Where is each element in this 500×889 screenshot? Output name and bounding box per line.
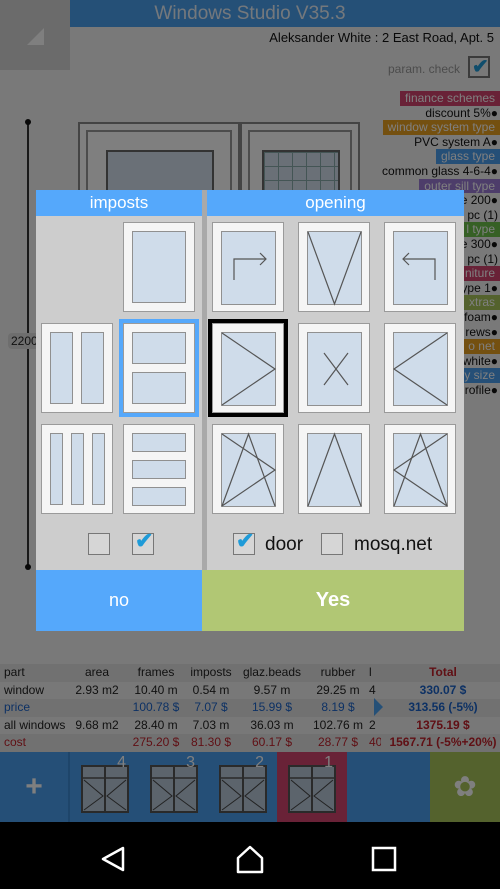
- opening-panel: opening ✔ door mosq.net: [207, 190, 464, 570]
- fixed-icon: [323, 352, 349, 386]
- check-icon: ✔: [135, 528, 154, 553]
- yes-button[interactable]: Yes: [202, 570, 464, 631]
- top-tilt-icon: [307, 432, 362, 507]
- side-hung-left-icon: [392, 332, 448, 406]
- android-nav-bar: [0, 822, 500, 889]
- imposts-panel: imposts ✔: [36, 190, 202, 570]
- impost-option-horizontal-3[interactable]: [123, 424, 195, 514]
- pane: [50, 433, 63, 505]
- impost-option-single[interactable]: [123, 222, 195, 312]
- impost-option-horizontal-2[interactable]: [119, 319, 199, 417]
- bottom-hung-inverted-icon: [307, 231, 362, 306]
- tilt-turn-left-icon: [392, 432, 448, 507]
- opening-option-side-hung-right[interactable]: [208, 319, 288, 417]
- pane: [132, 460, 186, 479]
- imposts-checkbox-2[interactable]: ✔: [132, 528, 154, 555]
- sliding-left-icon: [402, 252, 436, 280]
- home-icon[interactable]: [230, 842, 270, 876]
- imposts-checkbox-1[interactable]: [88, 533, 110, 555]
- pane: [132, 231, 186, 303]
- check-icon: ✔: [236, 528, 255, 553]
- back-icon[interactable]: [96, 842, 136, 876]
- opening-option-fixed[interactable]: [298, 323, 370, 413]
- opening-option-side-hung-left[interactable]: [384, 323, 456, 413]
- opening-option-tilt-turn-right[interactable]: [212, 424, 284, 514]
- opening-option-top-tilt[interactable]: [298, 424, 370, 514]
- pane: [50, 332, 73, 404]
- imposts-title: imposts: [36, 190, 202, 216]
- impost-option-vertical-2[interactable]: [41, 323, 113, 413]
- opening-title: opening: [207, 190, 464, 216]
- opening-option-sliding-right[interactable]: [212, 222, 284, 312]
- side-hung-right-icon: [221, 332, 277, 406]
- mosquito-net-checkbox[interactable]: [321, 533, 343, 555]
- window-config-dialog: imposts ✔ opening ✔ door mosq.net no Yes: [36, 190, 464, 631]
- door-checkbox[interactable]: ✔: [233, 528, 255, 555]
- pane: [132, 372, 186, 404]
- tilt-turn-right-icon: [221, 432, 277, 507]
- opening-option-tilt-turn-left[interactable]: [384, 424, 456, 514]
- pane: [92, 433, 105, 505]
- no-button[interactable]: no: [36, 570, 202, 631]
- pane: [132, 332, 186, 364]
- opening-option-sliding-left[interactable]: [384, 222, 456, 312]
- sliding-right-icon: [233, 252, 267, 280]
- mosquito-net-label: mosq.net: [354, 534, 433, 555]
- impost-option-vertical-3[interactable]: [41, 424, 113, 514]
- pane: [71, 433, 84, 505]
- pane: [81, 332, 104, 404]
- opening-option-bottom-hung-inverted[interactable]: [298, 222, 370, 312]
- pane: [132, 433, 186, 452]
- door-label: door: [265, 534, 304, 555]
- recent-apps-icon[interactable]: [364, 842, 404, 876]
- pane: [132, 487, 186, 506]
